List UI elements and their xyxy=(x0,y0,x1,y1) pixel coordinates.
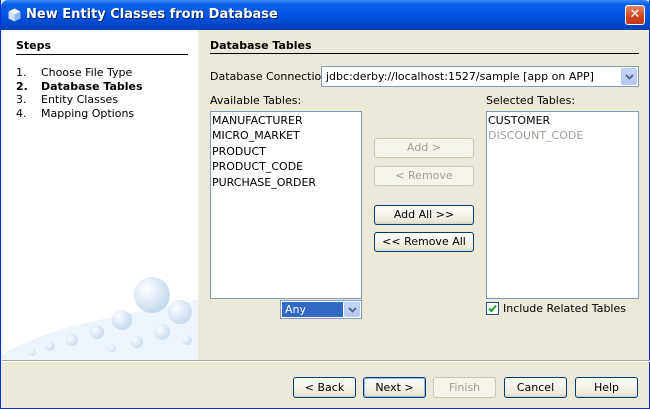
include-related-checkbox[interactable] xyxy=(486,302,499,315)
available-tables-list[interactable]: MANUFACTURER MICRO_MARKET PRODUCT PRODUC… xyxy=(210,111,362,299)
panel-title: Database Tables xyxy=(210,39,312,52)
steps-list: 1. Choose File Type 2. Database Tables 3. E… xyxy=(16,66,143,120)
netbeans-cube-icon xyxy=(8,8,21,22)
chevron-down-icon xyxy=(348,307,357,313)
database-connection-combo[interactable]: jdbc:derby://localhost:1527/sample [app … xyxy=(321,66,639,87)
chevron-down-icon xyxy=(625,74,634,80)
steps-panel: Steps 1. Choose File Type 2. Database Tabl… xyxy=(2,30,198,360)
cancel-button[interactable]: Cancel xyxy=(504,377,567,398)
list-item[interactable]: MANUFACTURER xyxy=(212,114,303,127)
step-item-choose-file-type: 1. Choose File Type xyxy=(16,66,133,79)
step-item-entity-classes: 3. Entity Classes xyxy=(16,93,119,106)
combo-dropdown-button[interactable] xyxy=(621,68,637,85)
add-button[interactable]: Add > xyxy=(374,138,474,158)
list-item[interactable]: PRODUCT xyxy=(212,145,266,158)
panel-title-divider xyxy=(210,53,639,54)
wizard-dialog: New Entity Classes from Database ✕ Steps… xyxy=(0,0,650,409)
list-item[interactable]: MICRO_MARKET xyxy=(212,129,300,142)
help-button[interactable]: Help xyxy=(575,377,638,398)
steps-divider xyxy=(16,54,188,55)
list-item[interactable]: CUSTOMER xyxy=(488,114,550,127)
next-button[interactable]: Next > xyxy=(363,377,426,398)
database-connection-value: jdbc:derby://localhost:1527/sample [app … xyxy=(326,70,594,83)
window-title: New Entity Classes from Database xyxy=(26,7,278,22)
decorative-bubbles-graphic xyxy=(2,277,198,360)
list-item[interactable]: PRODUCT_CODE xyxy=(212,160,303,173)
list-item-disabled[interactable]: DISCOUNT_CODE xyxy=(488,129,583,142)
table-filter-value: Any xyxy=(285,303,307,316)
table-filter-combo[interactable]: Any xyxy=(280,300,362,319)
close-icon: ✕ xyxy=(629,7,641,22)
add-all-button[interactable]: Add All >> xyxy=(374,205,474,225)
step-item-mapping-options: 4. Mapping Options xyxy=(16,106,135,120)
remove-button[interactable]: < Remove xyxy=(374,166,474,186)
checkmark-icon xyxy=(488,304,497,313)
finish-button[interactable]: Finish xyxy=(433,377,496,398)
remove-all-button[interactable]: << Remove All xyxy=(374,232,474,252)
close-button[interactable]: ✕ xyxy=(625,5,645,25)
available-tables-label: Available Tables: xyxy=(210,94,302,107)
selected-tables-list[interactable]: CUSTOMER DISCOUNT_CODE xyxy=(486,111,639,299)
selected-tables-label: Selected Tables: xyxy=(486,94,576,107)
include-related-label[interactable]: Include Related Tables xyxy=(503,302,626,315)
list-item[interactable]: PURCHASE_ORDER xyxy=(212,176,316,189)
steps-heading: Steps xyxy=(16,39,52,52)
step-item-database-tables: 2. Database Tables xyxy=(16,79,143,93)
footer-divider-highlight xyxy=(2,361,650,362)
filter-dropdown-button[interactable] xyxy=(344,302,360,317)
database-connection-label: Database Connection: xyxy=(210,70,332,83)
back-button[interactable]: < Back xyxy=(293,377,356,398)
title-bar[interactable]: New Entity Classes from Database ✕ xyxy=(1,0,650,30)
